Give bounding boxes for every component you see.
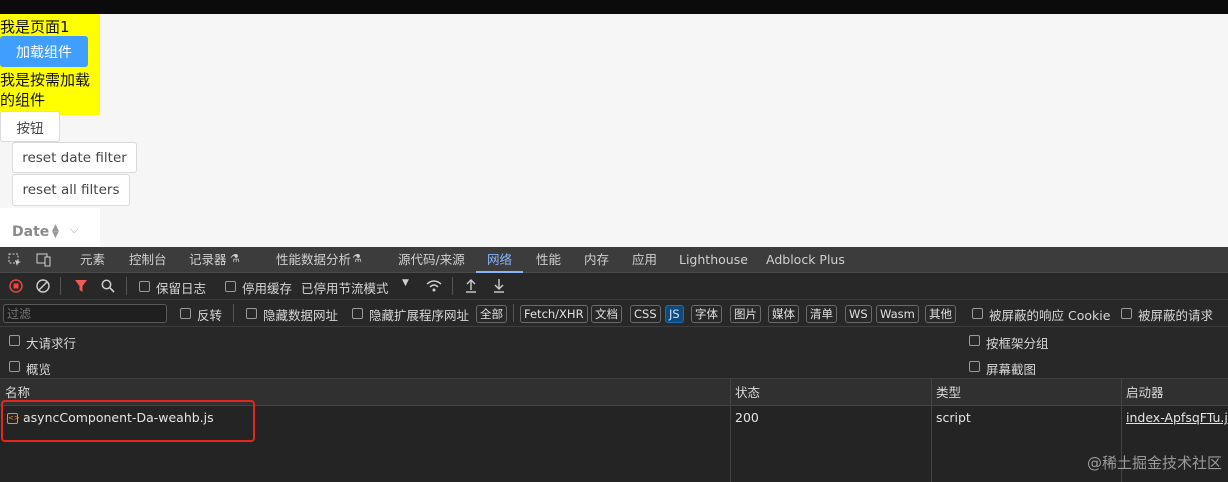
hide-extension-urls-checkbox[interactable] [352,308,363,319]
filter-bar: 反转 隐藏数据网址 隐藏扩展程序网址 全部 Fetch/XHR 文档 CSS J… [0,300,1228,327]
type-filter-font[interactable]: 字体 [691,305,722,323]
blocked-requests-checkbox[interactable] [1121,308,1132,319]
page-content: 我是页面1 加载组件 我是按需加载的组件 按钮 reset date filte… [0,14,1228,247]
inspect-element-icon[interactable] [8,253,22,267]
device-toolbar-icon[interactable] [36,253,51,267]
type-filter-img[interactable]: 图片 [730,305,761,323]
page1-title: 我是页面1 [0,18,70,36]
column-divider[interactable] [931,379,932,482]
export-har-icon[interactable] [493,278,505,293]
filter-icon[interactable] [74,279,88,293]
chevron-down-icon[interactable]: ⌵ [70,223,78,237]
type-filter-manifest[interactable]: 清单 [806,305,837,323]
type-filter-ws[interactable]: WS [845,305,872,323]
type-filter-doc[interactable]: 文档 [591,305,622,323]
tab-sources[interactable]: 源代码/来源 [398,247,465,273]
column-header-type[interactable]: 类型 [936,379,961,406]
blocked-requests-label: 被屏蔽的请求 [1138,308,1214,323]
annotation-highlight-box [1,400,255,442]
async-component-text: 我是按需加载的组件 [0,71,91,109]
import-har-icon[interactable] [465,278,477,293]
record-stop-icon[interactable] [9,279,23,293]
preserve-log-checkbox[interactable] [139,281,150,292]
tab-network[interactable]: 网络 [476,247,524,273]
flask-icon: ⚗ [352,252,362,265]
hide-extension-urls-label: 隐藏扩展程序网址 [369,308,470,323]
toolbar-divider [126,277,127,295]
toolbar-divider [452,277,453,295]
throttling-select[interactable]: 已停用节流模式 [301,278,389,297]
type-filter-media[interactable]: 媒体 [768,305,799,323]
overview-checkbox[interactable] [9,361,20,372]
toolbar-divider [513,304,514,322]
reset-all-filters-button[interactable]: reset all filters [12,174,130,206]
page1-container: 我是页面1 加载组件 我是按需加载的组件 [0,14,100,115]
type-filter-js[interactable]: JS [665,305,684,323]
tab-recorder[interactable]: 记录器 [189,247,227,273]
screenshots-checkbox[interactable] [969,361,980,372]
request-type: script [936,410,971,425]
clear-icon[interactable] [36,279,50,293]
devtools-panel: 元素 控制台 记录器 ⚗ 性能数据分析 ⚗ 源代码/来源 网络 性能 内存 应用… [0,247,1228,482]
tab-console[interactable]: 控制台 [129,247,167,273]
hide-data-urls-checkbox[interactable] [246,308,257,319]
tab-memory[interactable]: 内存 [584,247,609,273]
tab-lighthouse[interactable]: Lighthouse [679,247,748,273]
tab-performance[interactable]: 性能 [536,247,561,273]
column-header-status[interactable]: 状态 [735,379,760,406]
sort-icon[interactable]: ▲ ▼ [52,224,59,240]
request-initiator-link[interactable]: index-ApfsqFTu.js [1126,410,1228,425]
column-header-initiator[interactable]: 启动器 [1126,379,1164,406]
invert-label: 反转 [197,308,223,323]
flask-icon: ⚗ [230,252,240,265]
tab-performance-insights[interactable]: 性能数据分析 [276,247,351,273]
toolbar-divider [233,304,234,322]
browser-top-strip [0,0,1228,14]
hide-data-urls-label: 隐藏数据网址 [263,308,339,323]
type-filter-all[interactable]: 全部 [476,305,507,323]
load-component-button[interactable]: 加载组件 [0,36,88,67]
request-status: 200 [735,410,759,425]
type-filter-other[interactable]: 其他 [925,305,956,323]
dropdown-arrow-icon[interactable]: ▼ [402,278,409,288]
group-by-frame-label: 按框架分组 [986,336,1049,351]
column-divider[interactable] [730,379,731,482]
watermark: @稀土掘金技术社区 [1086,454,1222,472]
toolbar-divider [60,277,61,295]
type-filter-css[interactable]: CSS [630,305,661,323]
screenshots-label: 屏幕截图 [986,362,1037,377]
blocked-cookies-checkbox[interactable] [972,308,983,319]
invert-checkbox[interactable] [180,308,191,319]
network-toolbar: 保留日志 停用缓存 已停用节流模式 ▼ [0,273,1228,300]
group-by-frame-checkbox[interactable] [969,335,980,346]
big-request-rows-checkbox[interactable] [9,335,20,346]
date-column-header[interactable]: Date ▲ ▼ ⌵ [0,208,100,247]
plain-button[interactable]: 按钮 [0,111,60,142]
type-filter-wasm[interactable]: Wasm [876,305,919,323]
filter-input[interactable] [3,304,167,323]
search-icon[interactable] [101,279,115,293]
tab-application[interactable]: 应用 [632,247,657,273]
date-header-label: Date [12,224,50,240]
type-filter-fetch-xhr[interactable]: Fetch/XHR [520,305,588,323]
disable-cache-label: 停用缓存 [242,281,293,296]
tab-elements[interactable]: 元素 [80,247,105,273]
devtools-tabbar: 元素 控制台 记录器 ⚗ 性能数据分析 ⚗ 源代码/来源 网络 性能 内存 应用… [0,247,1228,273]
preserve-log-label: 保留日志 [156,281,207,296]
blocked-cookies-label: 被屏蔽的响应 Cookie [989,308,1111,323]
reset-date-filter-button[interactable]: reset date filter [12,142,137,173]
network-options: 大请求行 概览 按框架分组 屏幕截图 [0,327,1228,379]
network-conditions-icon[interactable] [426,279,442,293]
big-request-rows-label: 大请求行 [26,336,77,351]
overview-label: 概览 [26,362,52,377]
disable-cache-checkbox[interactable] [225,281,236,292]
tab-adblock-plus[interactable]: Adblock Plus [766,247,845,273]
